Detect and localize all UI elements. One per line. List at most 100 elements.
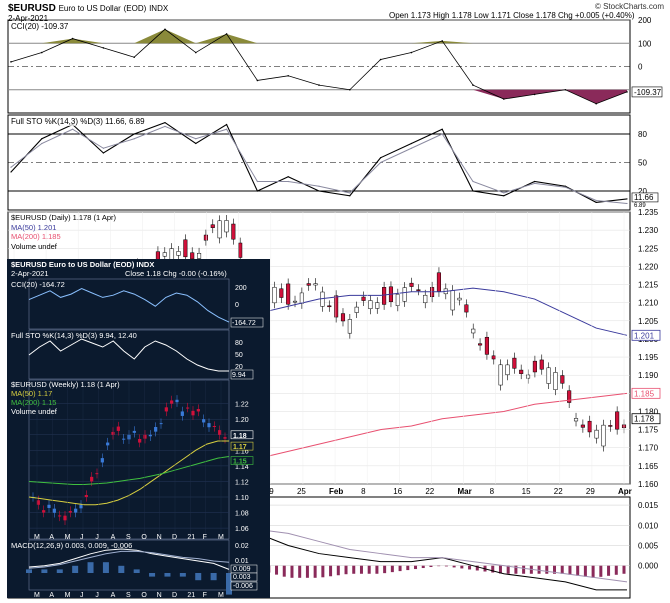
price-candle — [272, 286, 277, 304]
price-candle — [183, 239, 188, 258]
inset-candle — [79, 504, 83, 509]
sto-point — [380, 161, 382, 164]
sto-point — [595, 199, 597, 202]
price-candle — [525, 374, 531, 379]
price-candle — [402, 287, 407, 302]
price-x-tick: 8 — [361, 487, 366, 496]
inset-macd-signal — [28, 550, 230, 569]
inset-sto-line — [28, 338, 230, 372]
cci-point — [318, 84, 320, 86]
price-candle — [512, 357, 517, 369]
inset-candle — [202, 419, 206, 423]
price-candle — [539, 359, 544, 370]
inset-price-tick: 1.20 — [235, 417, 249, 424]
sto-point — [503, 195, 505, 197]
symbol-exchange: INDX — [149, 4, 169, 13]
price-x-tick: 25 — [297, 487, 306, 496]
macd-tick-label: 0.010 — [638, 521, 659, 530]
macd-histogram-bar — [583, 565, 587, 577]
inset-candle — [95, 473, 99, 475]
inset-candle — [196, 409, 200, 412]
inset-x-tick: 21 — [187, 534, 195, 541]
sto-point — [626, 198, 628, 200]
price-candle — [457, 297, 462, 301]
sto-point — [472, 180, 474, 183]
macd-histogram-bar — [329, 565, 333, 577]
price-candle — [217, 220, 222, 239]
inset-ma50-label: MA(50) 1.17 — [11, 389, 53, 398]
sto-point — [10, 166, 12, 168]
price-candle — [478, 343, 483, 346]
macd-histogram-bar — [282, 565, 286, 577]
macd-histogram-bar — [390, 565, 394, 573]
price-tick-label: 1.205 — [638, 317, 659, 326]
price-candle — [190, 252, 195, 260]
inset-candle — [36, 500, 40, 505]
inset-macd-bar — [149, 573, 156, 577]
macd-histogram-bar — [305, 565, 309, 578]
inset-macd-last-1: 0.003 — [233, 574, 251, 581]
sto-label: Full STO %K(14,3) %D(3) 11.66, 6.89 — [11, 117, 145, 126]
inset-x-tick-bottom: A — [111, 592, 116, 598]
price-candle — [553, 372, 558, 390]
price-candle — [546, 367, 551, 384]
price-tick-label: 1.170 — [638, 444, 659, 453]
inset-x-tick-bottom: N — [157, 592, 162, 598]
sto-point — [380, 157, 382, 159]
inset-candle — [116, 426, 120, 431]
price-candle — [409, 282, 414, 287]
inset-cci-tick: 0 — [235, 302, 239, 309]
cci-point — [195, 51, 197, 54]
cci-point — [256, 79, 259, 82]
inset-macd-bar — [133, 569, 140, 573]
sto-point — [287, 176, 289, 178]
cci-point — [564, 88, 567, 91]
cci-point — [626, 91, 628, 93]
cci-point — [533, 93, 536, 96]
price-legend-title: $EURUSD (Daily) 1.178 (1 Apr) — [11, 213, 117, 222]
macd-histogram-bar — [298, 565, 302, 578]
cci-point — [133, 56, 135, 58]
inset-price-label: $EURUSD (Weekly) 1.18 (1 Apr) — [11, 380, 120, 389]
macd-histogram-bar — [421, 565, 425, 569]
ohlc-readout: Open 1.173 High 1.178 Low 1.171 Close 1.… — [389, 11, 635, 20]
inset-macd-bar — [164, 573, 171, 577]
cci-point — [71, 37, 74, 40]
price-candle — [471, 328, 476, 334]
inset-candle — [170, 400, 174, 404]
price-tick-label: 1.175 — [638, 426, 659, 435]
macd-histogram-bar — [375, 565, 379, 574]
inset-sto-tick: 80 — [235, 340, 243, 347]
inset-macd-bar — [195, 573, 202, 581]
price-candle — [594, 429, 599, 439]
price-tick-label: 1.230 — [638, 226, 659, 235]
price-tick-label: 1.160 — [638, 480, 659, 489]
inset-x-tick-bottom: M — [34, 592, 40, 598]
macd-histogram-bar — [468, 565, 472, 570]
cci-point — [503, 98, 505, 100]
inset-x-tick-bottom: D — [172, 592, 177, 598]
cci-point — [10, 61, 12, 63]
inset-macd-bar — [41, 569, 48, 573]
inset-price-tick: 1.22 — [235, 402, 249, 409]
price-candle — [210, 224, 215, 228]
price-x-tick: 15 — [522, 487, 531, 496]
inset-ma200-label: MA(200) 1.15 — [11, 398, 57, 407]
sto-point — [410, 147, 412, 149]
macd-histogram-bar — [560, 565, 564, 574]
price-candle — [580, 424, 585, 428]
price-candle — [505, 364, 510, 376]
inset-macd-bar — [56, 569, 63, 573]
inset-cci-line — [28, 288, 230, 323]
ma50-last-value: 1.201 — [634, 331, 655, 340]
inset-x-tick-bottom: M — [65, 592, 71, 598]
inset-candle — [58, 515, 62, 517]
inset-x-tick-bottom: S — [126, 592, 131, 598]
cci-point — [349, 88, 351, 91]
inset-macd-last-2: -0.006 — [233, 583, 253, 590]
price-candle — [306, 283, 311, 286]
price-candle — [327, 305, 332, 308]
sto-point — [349, 195, 351, 197]
inset-macd-tick: 0.02 — [235, 543, 249, 550]
macd-histogram-bar — [359, 565, 363, 574]
